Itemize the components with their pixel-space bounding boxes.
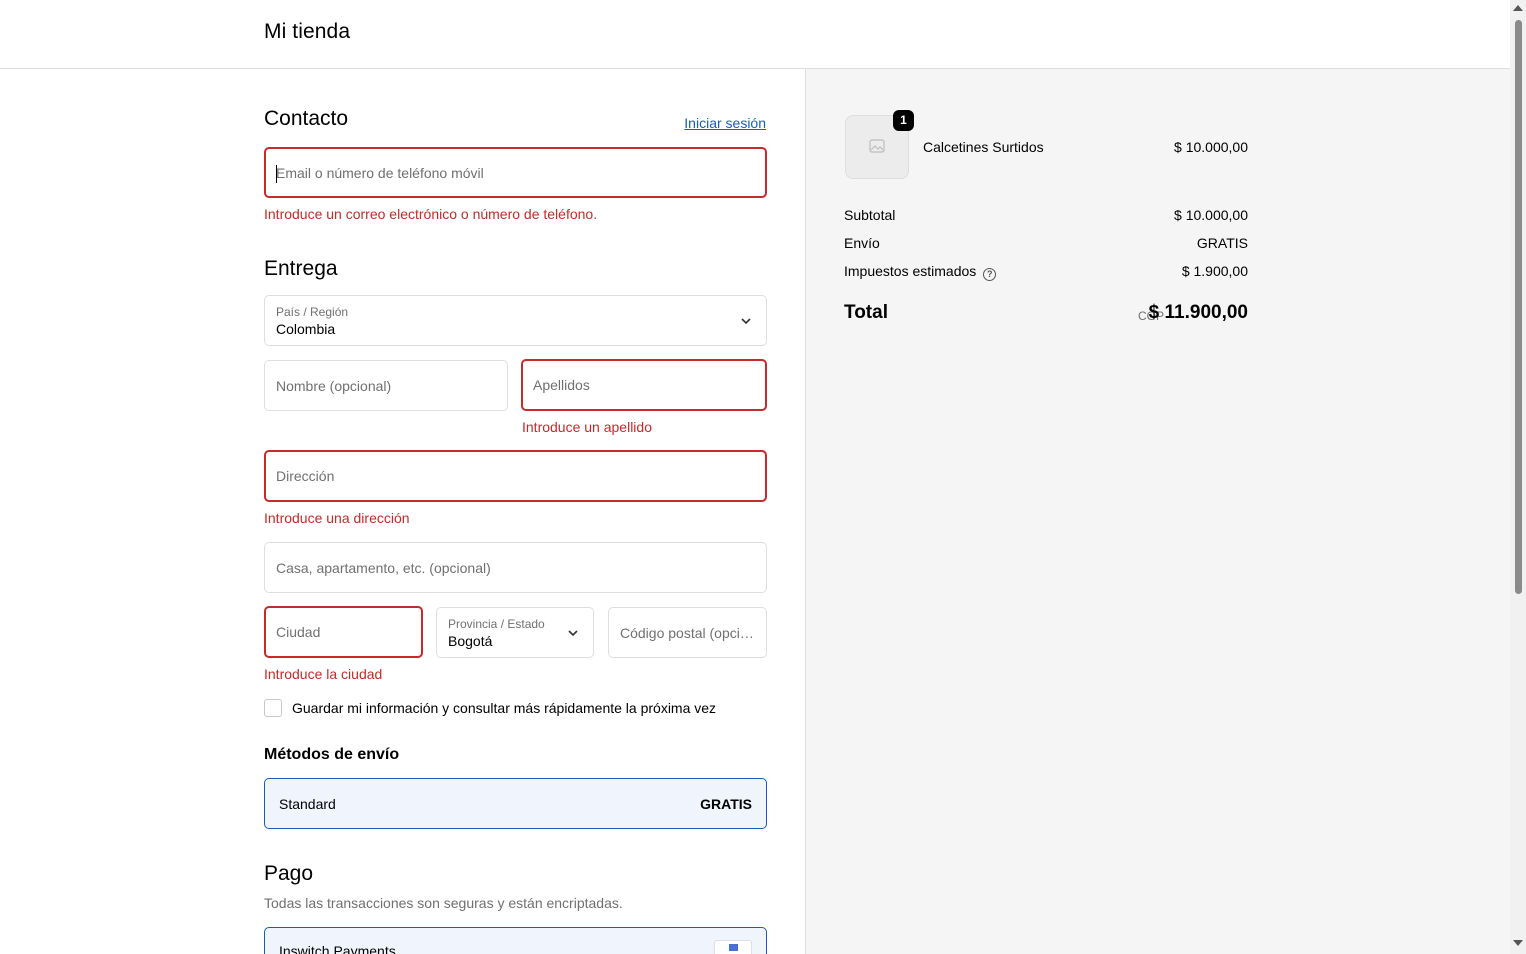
last-name-error: Introduce un apellido	[522, 419, 652, 435]
scrollbar[interactable]	[1510, 0, 1526, 954]
payment-method-option[interactable]: Inswitch Payments	[264, 927, 767, 954]
payment-logo-icon	[714, 940, 752, 954]
quantity-badge: 1	[893, 110, 914, 131]
first-name-field[interactable]: Nombre (opcional)	[264, 360, 508, 411]
country-label: País / Región	[276, 305, 349, 319]
chevron-down-icon	[741, 317, 751, 324]
save-info-checkbox[interactable]	[264, 699, 282, 717]
postal-code-placeholder: Código postal (opcional)	[620, 624, 755, 641]
save-info-label[interactable]: Guardar mi información y consultar más r…	[292, 700, 716, 716]
total-label: Total	[844, 302, 888, 323]
shipping-method-price: GRATIS	[700, 796, 752, 812]
payment-provider-name: Inswitch Payments	[279, 943, 396, 954]
subtotal-label: Subtotal	[844, 207, 896, 223]
product-price: $ 10.000,00	[1174, 139, 1248, 155]
last-name-placeholder: Apellidos	[533, 377, 590, 393]
first-name-placeholder: Nombre (opcional)	[276, 377, 392, 394]
shipping-methods-title: Métodos de envío	[264, 746, 400, 763]
province-value: Bogotá	[448, 633, 493, 649]
apartment-placeholder: Casa, apartamento, etc. (opcional)	[276, 559, 491, 576]
scroll-up-arrow-icon[interactable]	[1513, 5, 1523, 11]
postal-code-field[interactable]: Código postal (opcional)	[608, 607, 767, 658]
address-field[interactable]: Dirección	[264, 450, 767, 502]
shipping-value: GRATIS	[1196, 235, 1248, 251]
city-placeholder: Ciudad	[276, 624, 321, 640]
email-field[interactable]: Email o número de teléfono móvil	[264, 147, 767, 198]
apartment-field[interactable]: Casa, apartamento, etc. (opcional)	[264, 542, 767, 593]
order-summary-panel: 1 Calcetines Surtidos $ 10.000,00 Subtot…	[806, 69, 1510, 954]
chevron-down-icon	[568, 629, 578, 636]
login-link[interactable]: Iniciar sesión	[684, 115, 766, 131]
payment-subtitle: Todas las transacciones son seguras y es…	[264, 895, 623, 911]
shipping-method-option[interactable]: Standard GRATIS	[264, 778, 767, 829]
payment-title: Pago	[264, 862, 314, 885]
taxes-value: $ 1.900,00	[1181, 263, 1248, 279]
scroll-down-arrow-icon[interactable]	[1513, 940, 1523, 946]
country-value: Colombia	[276, 321, 336, 337]
store-name[interactable]: Mi tienda	[264, 20, 350, 44]
email-placeholder: Email o número de teléfono móvil	[276, 164, 484, 181]
scrollbar-thumb[interactable]	[1515, 20, 1522, 594]
shipping-method-name: Standard	[279, 796, 336, 812]
checkout-form-panel: Contacto Iniciar sesión Email o número d…	[0, 69, 806, 954]
total-value: $ 11.900,00	[1148, 302, 1248, 323]
shipping-label: Envío	[844, 235, 880, 251]
help-icon[interactable]: ?	[983, 268, 997, 281]
subtotal-value: $ 10.000,00	[1174, 207, 1248, 223]
city-field[interactable]: Ciudad	[264, 606, 423, 658]
province-select[interactable]: Provincia / Estado Bogotá	[436, 607, 594, 658]
email-error: Introduce un correo electrónico o número…	[264, 206, 598, 222]
last-name-field[interactable]: Apellidos	[521, 359, 767, 411]
header: Mi tienda	[0, 0, 1510, 69]
address-placeholder: Dirección	[276, 468, 335, 484]
product-name: Calcetines Surtidos	[923, 139, 1044, 155]
country-select[interactable]: País / Región Colombia	[264, 295, 767, 346]
contact-title: Contacto	[264, 107, 349, 130]
image-placeholder-icon	[869, 139, 885, 153]
address-error: Introduce una dirección	[264, 510, 410, 526]
delivery-title: Entrega	[264, 257, 338, 280]
province-label: Provincia / Estado	[448, 617, 545, 631]
taxes-label: Impuestos estimados	[844, 263, 977, 279]
city-error: Introduce la ciudad	[264, 666, 383, 682]
taxes-row: Impuestos estimados?	[844, 263, 997, 281]
